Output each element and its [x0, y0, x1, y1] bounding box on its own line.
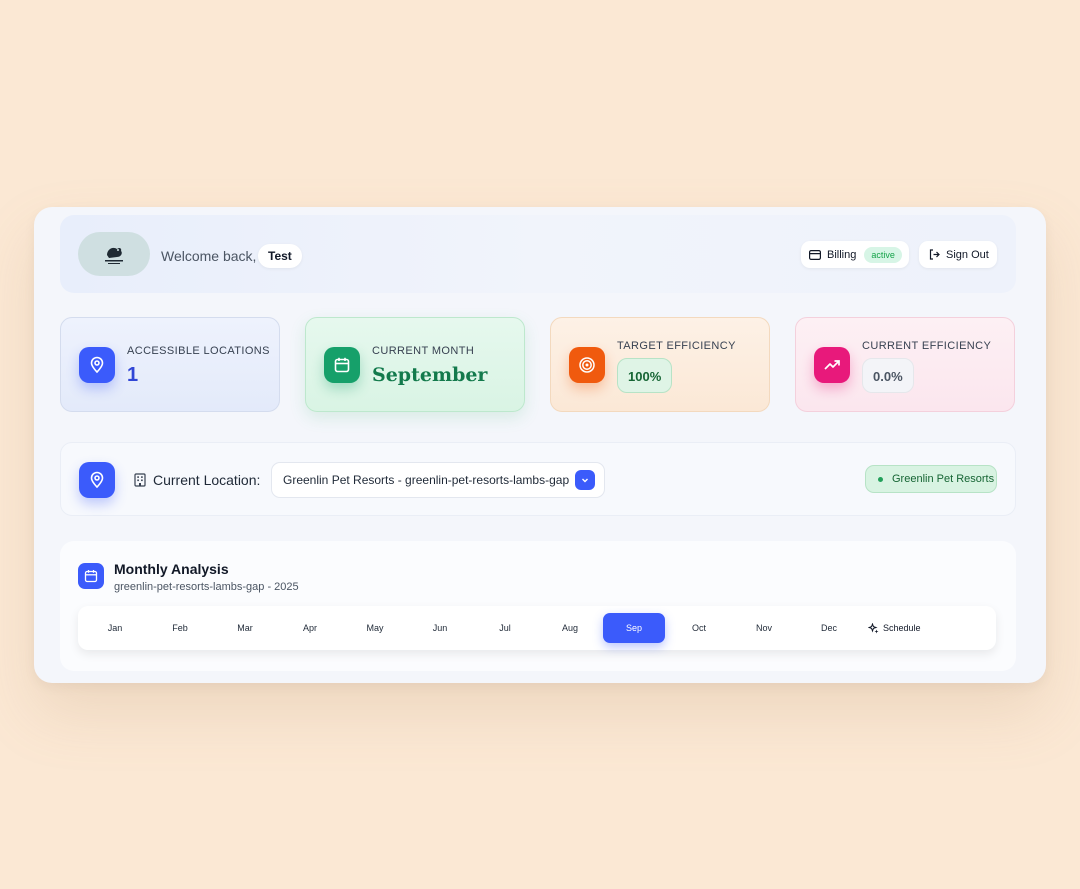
status-dot-icon: [878, 476, 883, 482]
stat-card-target-efficiency: TARGET EFFICIENCY 100%: [550, 317, 770, 412]
stat-value: September: [372, 364, 488, 386]
month-tab-oct[interactable]: Oct: [668, 613, 730, 643]
month-tab-may[interactable]: May: [344, 613, 406, 643]
stat-label: CURRENT MONTH: [372, 345, 475, 357]
stat-label: TARGET EFFICIENCY: [617, 340, 736, 352]
calendar-icon: [78, 563, 104, 589]
month-tab-bar: Jan Feb Mar Apr May Jun Jul Aug Sep Oct …: [78, 606, 996, 650]
app-window: Welcome back, Test Billing active Sign O…: [34, 207, 1046, 683]
billing-status-badge: active: [864, 246, 902, 263]
trending-up-icon: [814, 347, 850, 383]
stat-card-current-month: CURRENT MONTH September: [305, 317, 525, 412]
building-icon: [134, 473, 146, 487]
month-tab-sep[interactable]: Sep: [603, 613, 665, 643]
monthly-analysis-panel: Monthly Analysis greenlin-pet-resorts-la…: [60, 541, 1016, 671]
company-logo: [78, 232, 150, 276]
month-tab-jan[interactable]: Jan: [84, 613, 146, 643]
sign-out-label: Sign Out: [946, 248, 989, 261]
location-select[interactable]: Greenlin Pet Resorts - greenlin-pet-reso…: [271, 462, 605, 498]
month-tab-jun[interactable]: Jun: [409, 613, 471, 643]
billing-label: Billing: [827, 248, 857, 261]
welcome-text: Welcome back,: [161, 248, 257, 264]
chevron-down-icon[interactable]: [575, 470, 595, 490]
stat-value-pill: 100%: [617, 358, 673, 393]
calendar-icon: [324, 347, 360, 383]
schedule-tab[interactable]: Schedule: [868, 613, 921, 643]
stat-card-accessible-locations: ACCESSIBLE LOCATIONS 1: [60, 317, 280, 412]
log-out-icon: [929, 249, 940, 260]
location-select-value: Greenlin Pet Resorts - greenlin-pet-reso…: [283, 473, 570, 487]
location-selector-panel: Current Location: Greenlin Pet Resorts -…: [60, 442, 1016, 516]
sparkles-icon: [868, 622, 879, 634]
user-name-chip: Test: [258, 244, 302, 268]
current-location-label: Current Location:: [134, 472, 260, 488]
month-tab-mar[interactable]: Mar: [214, 613, 276, 643]
month-tab-feb[interactable]: Feb: [149, 613, 211, 643]
stat-label: CURRENT EFFICIENCY: [862, 340, 992, 352]
sign-out-button[interactable]: Sign Out: [919, 241, 997, 268]
credit-card-icon: [809, 249, 821, 260]
month-tab-dec[interactable]: Dec: [798, 613, 860, 643]
map-pin-icon: [79, 347, 115, 383]
map-pin-icon: [79, 462, 115, 498]
billing-button[interactable]: Billing active: [801, 241, 909, 268]
stat-card-current-efficiency: CURRENT EFFICIENCY 0.0%: [795, 317, 1015, 412]
header-bar: Welcome back, Test Billing active Sign O…: [60, 215, 1016, 293]
analysis-subtitle: greenlin-pet-resorts-lambs-gap - 2025: [114, 581, 299, 593]
month-tab-jul[interactable]: Jul: [474, 613, 536, 643]
month-tab-aug[interactable]: Aug: [539, 613, 601, 643]
target-icon: [569, 347, 605, 383]
month-tab-apr[interactable]: Apr: [279, 613, 341, 643]
stat-label: ACCESSIBLE LOCATIONS: [127, 345, 270, 357]
stat-value: 1: [127, 364, 139, 386]
month-tab-nov[interactable]: Nov: [733, 613, 795, 643]
stat-value-pill: 0.0%: [862, 358, 914, 393]
analysis-title: Monthly Analysis: [114, 561, 229, 577]
organization-badge: Greenlin Pet Resorts: [865, 465, 997, 493]
